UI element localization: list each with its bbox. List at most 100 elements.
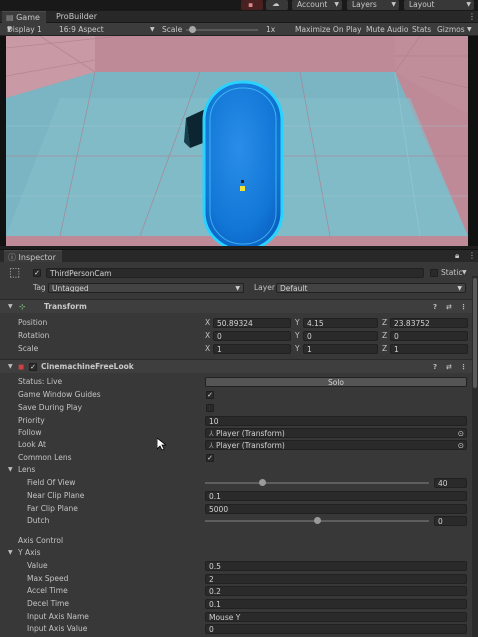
transform-icon: ⅄ xyxy=(209,429,216,438)
transform-title: Transform xyxy=(44,302,87,311)
info-icon: ⓘ xyxy=(8,253,19,262)
mute-audio-toggle[interactable]: Mute Audio xyxy=(366,23,408,36)
scale-label: Scale xyxy=(18,344,39,353)
accel-time-field[interactable]: 0.2 xyxy=(205,586,467,596)
fov-row: Field Of View 40 xyxy=(0,477,474,489)
dutch-field[interactable]: 0 xyxy=(434,516,467,526)
follow-field[interactable]: ⅄ Player (Transform) ⊙ xyxy=(205,428,467,438)
y-axis-label: Y xyxy=(295,318,300,327)
maximize-on-play-toggle[interactable]: Maximize On Play xyxy=(295,23,362,36)
account-dropdown[interactable]: Account ▼ xyxy=(292,0,342,10)
chevron-down-icon[interactable]: ▼ xyxy=(462,267,467,279)
fov-slider[interactable] xyxy=(205,482,429,484)
object-header: ⬚ ✓ ThirdPersonCam Static ▼ xyxy=(0,266,474,280)
chevron-down-icon: ▼ xyxy=(466,1,471,8)
rotation-z-field[interactable]: 0 xyxy=(390,331,468,341)
position-z-field[interactable]: 23.83752 xyxy=(390,318,468,328)
tab-probuilder-label: ProBuilder xyxy=(56,12,97,21)
lock-icon[interactable]: 🔒︎ xyxy=(455,251,459,261)
game-view-render xyxy=(0,35,478,252)
game-window-guides-checkbox[interactable]: ✓ xyxy=(206,391,214,399)
rotation-label: Rotation xyxy=(18,331,50,340)
position-x-field[interactable]: 50.89324 xyxy=(213,318,291,328)
position-row: Position X 50.89324 Y 4.15 Z 23.83752 xyxy=(0,317,474,329)
far-clip-label: Far Clip Plane xyxy=(27,504,78,513)
more-options-icon[interactable]: ⋮ xyxy=(468,251,476,260)
more-options-icon[interactable]: ⋮ xyxy=(460,360,467,374)
value-field[interactable]: 0.5 xyxy=(205,561,467,571)
more-options-icon[interactable]: ⋮ xyxy=(468,12,476,21)
object-picker-icon[interactable]: ⊙ xyxy=(458,429,464,437)
decel-time-field[interactable]: 0.1 xyxy=(205,599,467,609)
common-lens-checkbox[interactable]: ✓ xyxy=(206,454,214,462)
tab-probuilder[interactable]: ProBuilder xyxy=(52,11,104,23)
save-during-play-row: Save During Play xyxy=(0,402,474,414)
scale-x-field[interactable]: 1 xyxy=(213,344,291,354)
inspector-tab-bar: ⓘ Inspector 🔒︎ ⋮ xyxy=(0,249,478,263)
decel-time-row: Decel Time 0.1 xyxy=(0,598,474,610)
far-clip-field[interactable]: 5000 xyxy=(205,504,467,514)
near-clip-row: Near Clip Plane 0.1 xyxy=(0,490,474,502)
cloud-button[interactable]: ☁ xyxy=(266,0,288,10)
dutch-slider-knob[interactable] xyxy=(313,517,321,524)
rotation-y-field[interactable]: 0 xyxy=(303,331,378,341)
lens-foldout[interactable]: ▼ Lens xyxy=(0,464,474,476)
active-checkbox[interactable]: ✓ xyxy=(33,269,41,277)
near-clip-label: Near Clip Plane xyxy=(27,491,85,500)
cinemachine-header[interactable]: ▼ ◼ ✓ CinemachineFreeLook ? ⇄ ⋮ xyxy=(0,359,474,373)
tag-dropdown[interactable]: Untagged ▼ xyxy=(48,283,244,293)
fold-arrow-icon[interactable]: ▼ xyxy=(8,464,13,476)
transform-header[interactable]: ▼ ⊹ Transform ? ⇄ ⋮ xyxy=(0,299,474,313)
y-axis-foldout[interactable]: ▼ Y Axis xyxy=(0,547,474,559)
decel-time-label: Decel Time xyxy=(27,599,69,608)
help-icon[interactable]: ? xyxy=(433,300,437,314)
fold-arrow-icon[interactable]: ▼ xyxy=(8,360,13,374)
axis-control-label: Axis Control xyxy=(18,536,64,545)
axis-control-heading: Axis Control xyxy=(0,535,474,547)
layers-dropdown[interactable]: Layers ▼ xyxy=(347,0,399,10)
stats-toggle[interactable]: Stats xyxy=(412,23,431,36)
x-axis-label: X xyxy=(205,318,211,327)
game-viewport[interactable] xyxy=(0,35,478,252)
fov-slider-knob[interactable] xyxy=(259,479,267,486)
layout-dropdown[interactable]: Layout ▼ xyxy=(404,0,474,10)
preset-icon[interactable]: ⇄ xyxy=(446,360,452,374)
display-label: Display 1 xyxy=(7,25,42,34)
follow-value: Player (Transform) xyxy=(215,429,285,438)
chevron-down-icon[interactable]: ▼ xyxy=(467,23,472,36)
scale-slider-knob[interactable] xyxy=(189,26,197,33)
inspector-scrollbar-thumb[interactable] xyxy=(473,278,477,388)
scale-z-field[interactable]: 1 xyxy=(390,344,468,354)
layer-dropdown[interactable]: Default ▼ xyxy=(276,283,466,293)
fold-arrow-icon[interactable]: ▼ xyxy=(8,300,13,314)
lookat-field[interactable]: ⅄ Player (Transform) ⊙ xyxy=(205,440,467,450)
follow-label: Follow xyxy=(18,428,42,437)
save-during-play-checkbox[interactable] xyxy=(206,404,214,412)
fov-field[interactable]: 40 xyxy=(434,478,467,488)
input-axis-value-field[interactable]: 0 xyxy=(205,624,467,634)
object-picker-icon[interactable]: ⊙ xyxy=(458,441,464,449)
more-options-icon[interactable]: ⋮ xyxy=(460,300,467,314)
tab-game[interactable]: ▤ Game xyxy=(2,11,46,23)
input-axis-name-field[interactable]: Mouse Y xyxy=(205,612,467,622)
rotation-x-field[interactable]: 0 xyxy=(213,331,291,341)
scale-y-field[interactable]: 1 xyxy=(303,344,378,354)
near-clip-field[interactable]: 0.1 xyxy=(205,491,467,501)
collab-button[interactable]: ▪ xyxy=(241,0,263,10)
position-y-field[interactable]: 4.15 xyxy=(303,318,378,328)
component-enabled-checkbox[interactable]: ✓ xyxy=(29,363,37,371)
help-icon[interactable]: ? xyxy=(433,360,437,374)
common-lens-label: Common Lens xyxy=(18,453,72,462)
preset-icon[interactable]: ⇄ xyxy=(446,300,452,314)
chevron-down-icon[interactable]: ▼ xyxy=(150,23,155,36)
solo-button[interactable]: Solo xyxy=(205,377,467,387)
static-checkbox[interactable] xyxy=(430,269,438,277)
lookat-label: Look At xyxy=(18,440,46,449)
scale-slider[interactable] xyxy=(186,23,258,36)
fold-arrow-icon[interactable]: ▼ xyxy=(8,547,13,559)
object-name-field[interactable]: ThirdPersonCam xyxy=(46,268,424,278)
cinemachine-title: CinemachineFreeLook xyxy=(41,362,134,371)
priority-field[interactable]: 10 xyxy=(205,416,467,426)
game-toolbar: Display 1 ▼ 16:9 Aspect ▼ Scale 1x Maxim… xyxy=(0,23,478,36)
max-speed-field[interactable]: 2 xyxy=(205,574,467,584)
